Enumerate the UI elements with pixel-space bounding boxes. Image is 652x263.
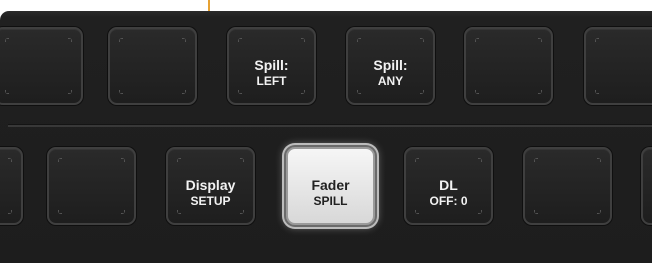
spill-left-key[interactable]: Spill: LEFT <box>227 27 316 105</box>
top-key-5[interactable] <box>464 27 553 105</box>
fader-spill-key-line2: SPILL <box>313 194 348 208</box>
dl-off-key-line2: OFF: 0 <box>429 194 468 208</box>
top-key-2[interactable] <box>108 27 197 105</box>
spill-any-key[interactable]: Spill: ANY <box>346 27 435 105</box>
top-key-6[interactable] <box>584 27 652 105</box>
display-setup-key-line2: SETUP <box>190 194 231 208</box>
bottom-key-6[interactable] <box>523 147 612 225</box>
bottom-key-7[interactable] <box>641 147 652 225</box>
bottom-key-2[interactable] <box>47 147 136 225</box>
row-divider <box>8 124 652 127</box>
dl-off-key-line1: DL <box>439 177 458 193</box>
fader-spill-key-line1: Fader <box>311 177 350 193</box>
fader-spill-key[interactable]: Fader SPILL <box>286 147 375 225</box>
spill-left-key-line2: LEFT <box>256 74 287 88</box>
dl-off-key[interactable]: DL OFF: 0 <box>404 147 493 225</box>
button-panel: Spill: LEFT Spill: ANY Display SETUP Fad… <box>0 11 652 263</box>
spill-any-key-line2: ANY <box>377 74 404 88</box>
display-setup-key[interactable]: Display SETUP <box>166 147 255 225</box>
display-setup-key-line1: Display <box>185 177 236 193</box>
bottom-key-1[interactable] <box>0 147 23 225</box>
spill-left-key-line1: Spill: <box>254 57 289 73</box>
spill-any-key-line1: Spill: <box>373 57 408 73</box>
top-key-1[interactable] <box>0 27 83 105</box>
